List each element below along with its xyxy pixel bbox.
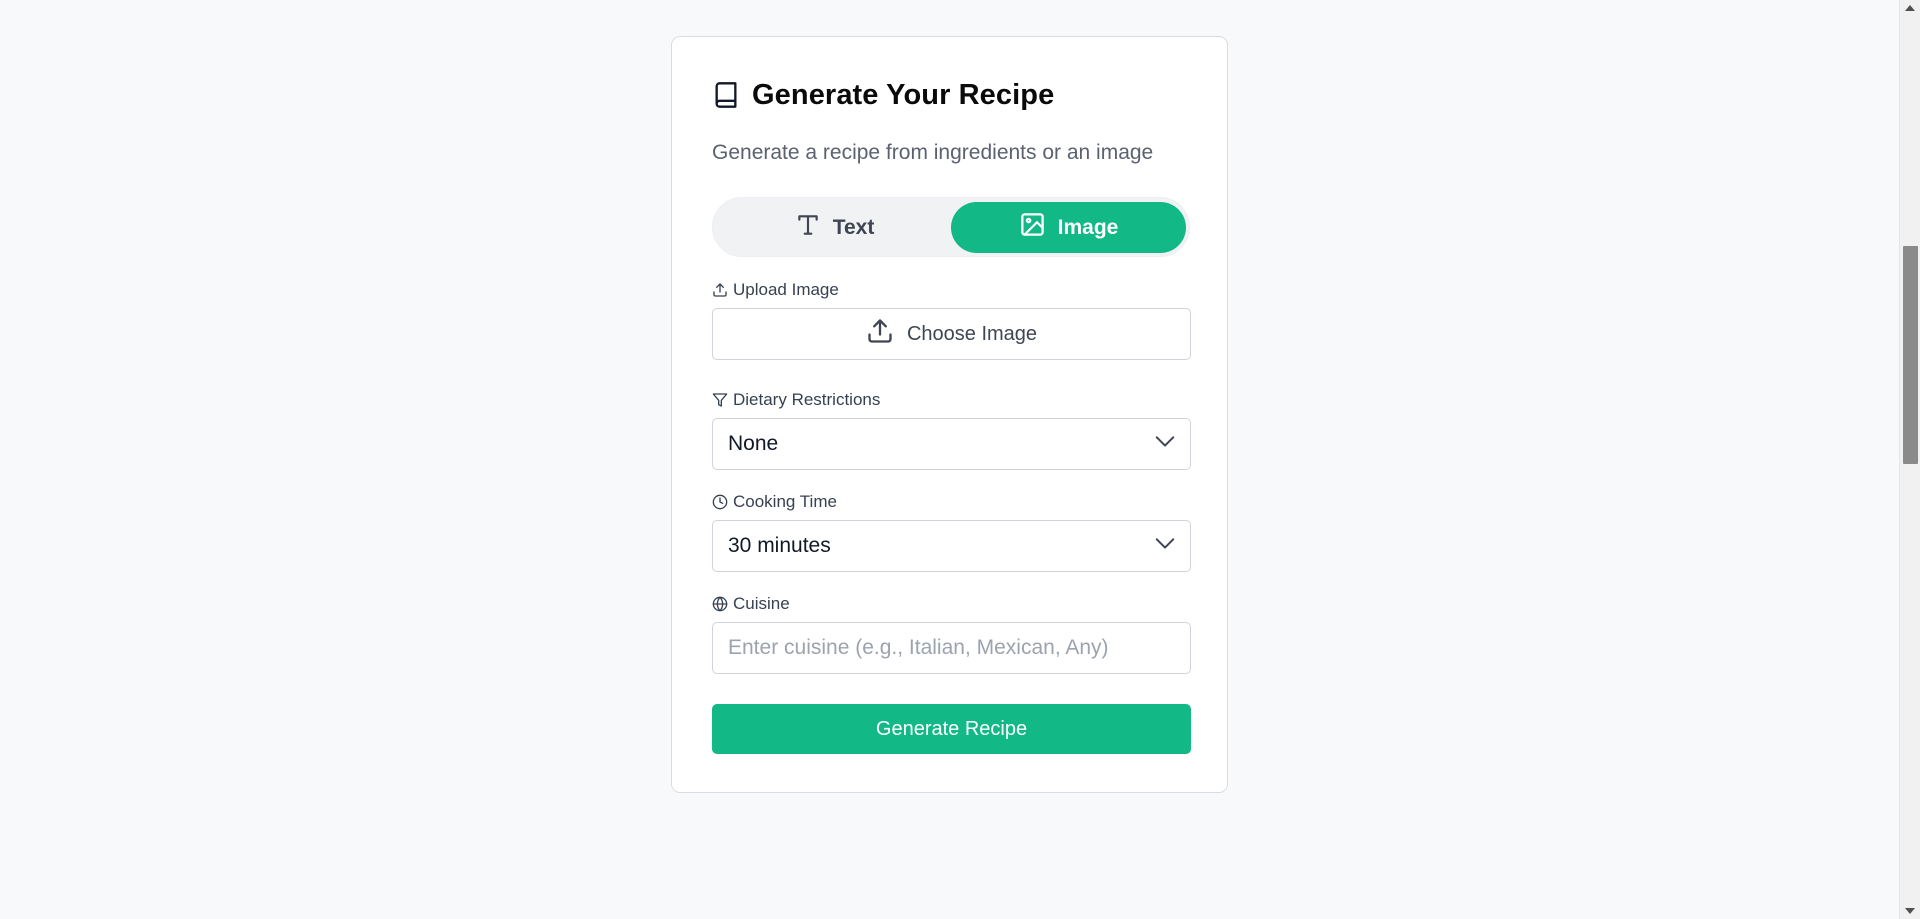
tab-image[interactable]: Image [951,202,1186,253]
tab-text-label: Text [832,215,875,239]
choose-image-button[interactable]: Choose Image [712,308,1191,360]
chevron-down-icon [1154,532,1176,560]
scrollbar-thumb[interactable] [1903,246,1918,464]
dietary-restrictions-value: None [728,432,779,455]
card-header: Generate Your Recipe [712,77,1054,113]
upload-image-label: Upload Image [712,280,839,300]
upload-icon [866,317,894,351]
type-icon [795,212,821,244]
cooking-time-label-text: Cooking Time [733,492,837,511]
cuisine-label: Cuisine [712,594,790,614]
cooking-time-label: Cooking Time [712,492,837,512]
recipe-generator-card: Generate Your Recipe Generate a recipe f… [671,36,1228,793]
page: Generate Your Recipe Generate a recipe f… [0,0,1920,919]
page-scrollbar[interactable] [1899,0,1920,919]
cooking-time-select[interactable]: 30 minutes [712,520,1191,572]
cuisine-label-text: Cuisine [733,594,790,613]
scroll-down-arrow-icon[interactable] [1905,908,1915,914]
page-subtitle: Generate a recipe from ingredients or an… [712,141,1154,164]
filter-icon [712,392,733,408]
cuisine-input[interactable] [712,622,1191,674]
book-icon [712,80,740,110]
dietary-restrictions-label-text: Dietary Restrictions [733,390,881,409]
image-icon [1019,211,1046,244]
dietary-restrictions-select[interactable]: None [712,418,1191,470]
scroll-up-arrow-icon[interactable] [1905,5,1915,11]
choose-image-label: Choose Image [906,322,1038,345]
tab-text[interactable]: Text [717,202,952,253]
page-title: Generate Your Recipe [752,78,1055,111]
clock-icon [712,494,733,510]
upload-icon [712,282,733,298]
upload-image-label-text: Upload Image [733,280,839,299]
dietary-restrictions-label: Dietary Restrictions [712,390,880,410]
tab-image-label: Image [1057,215,1119,239]
cooking-time-value: 30 minutes [728,534,831,557]
mode-toggle: Text Image [712,197,1190,257]
chevron-down-icon [1154,430,1176,458]
generate-recipe-button[interactable]: Generate Recipe [712,704,1191,754]
globe-icon [712,596,733,612]
